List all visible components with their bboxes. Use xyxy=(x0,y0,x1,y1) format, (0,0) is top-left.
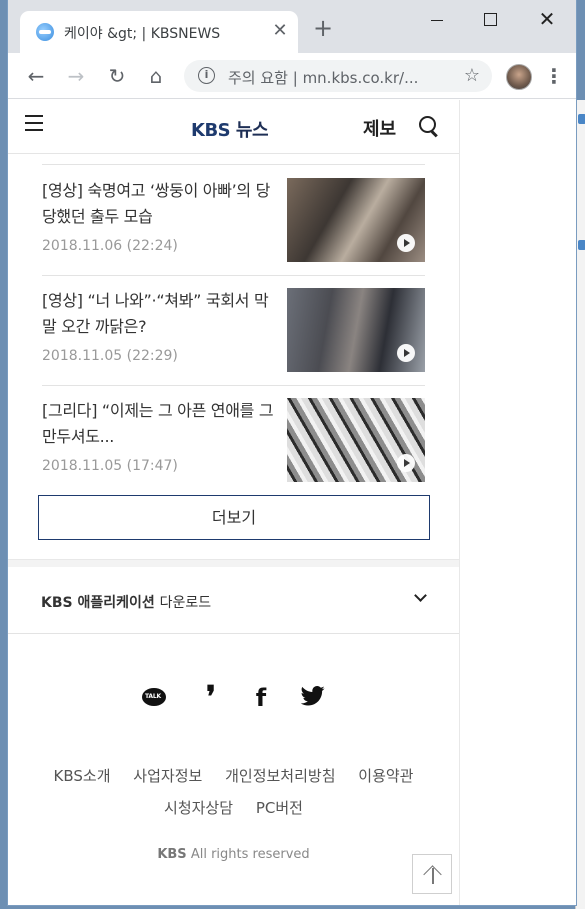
kebab-icon[interactable]: ⋮ xyxy=(544,64,564,88)
background-window xyxy=(575,100,585,909)
chevron-down-icon[interactable] xyxy=(413,589,429,605)
tipoff-link[interactable]: 제보 xyxy=(363,115,396,141)
social-links: ❜ f xyxy=(8,683,459,715)
article-date: 2018.11.05 (22:29) xyxy=(42,348,178,364)
tab-active[interactable]: 케이야 &gt; | KBSNEWS ✕ xyxy=(20,11,298,53)
footer-link[interactable]: 시청자상담 xyxy=(164,799,233,817)
hamburger-menu-icon[interactable] xyxy=(25,115,43,131)
app-download-action: 다운로드 xyxy=(159,595,212,611)
tab-title: 케이야 &gt; | KBSNEWS xyxy=(64,26,221,42)
star-icon[interactable]: ☆ xyxy=(464,65,480,86)
mobile-page: KBS 뉴스 제보 [영상] 숙명여고 ‘쌍둥이 아빠’의 당당했던 출두 모습… xyxy=(8,100,459,905)
play-icon xyxy=(397,234,415,252)
footer-links: KBS소개 사업자정보 개인정보처리방침 이용약관 시청자상담 PC버전 xyxy=(8,760,459,824)
page-blank-area xyxy=(459,100,576,905)
kakaotalk-icon[interactable] xyxy=(141,685,167,711)
reload-icon[interactable]: ↻ xyxy=(105,64,129,88)
more-button[interactable]: 더보기 xyxy=(38,495,430,540)
article-thumbnail[interactable] xyxy=(287,288,425,372)
logo-news: 뉴스 xyxy=(235,120,269,141)
facebook-icon[interactable]: f xyxy=(248,685,274,711)
site-header: KBS 뉴스 제보 xyxy=(8,100,459,154)
new-tab-button[interactable]: + xyxy=(311,16,335,41)
article-date: 2018.11.06 (22:24) xyxy=(42,238,178,254)
play-icon xyxy=(397,344,415,362)
minimize-button[interactable] xyxy=(414,8,460,32)
divider xyxy=(42,164,425,165)
info-icon[interactable]: i xyxy=(198,67,215,84)
article-item[interactable]: [영상] 숙명여고 ‘쌍둥이 아빠’의 당당했던 출두 모습 2018.11.0… xyxy=(42,166,425,276)
section-gap xyxy=(8,559,459,567)
footer-link[interactable]: KBS소개 xyxy=(54,767,111,785)
article-title[interactable]: [그리다] “이제는 그 아픈 연애를 그만두셔도... xyxy=(42,398,274,450)
tab-strip: 케이야 &gt; | KBSNEWS ✕ + ✕ xyxy=(8,0,576,53)
logo-kbs: KBS xyxy=(191,120,231,141)
article-title[interactable]: [영상] 숙명여고 ‘쌍둥이 아빠’의 당당했던 출두 모습 xyxy=(42,178,274,230)
home-icon[interactable]: ⌂ xyxy=(144,64,168,88)
profile-avatar[interactable] xyxy=(506,64,532,90)
kbs-favicon-icon xyxy=(36,23,54,41)
footer-links-row1: KBS소개 사업자정보 개인정보처리방침 이용약관 xyxy=(8,760,459,792)
article-item[interactable]: [영상] “너 나와”·“쳐봐” 국회서 막말 오간 까닭은? 2018.11.… xyxy=(42,276,425,386)
background-window-icon xyxy=(578,240,585,250)
kakaostory-icon[interactable]: ❜ xyxy=(198,683,224,713)
article-thumbnail[interactable] xyxy=(287,398,425,482)
twitter-icon[interactable] xyxy=(300,685,327,711)
copyright-brand: KBS xyxy=(157,847,187,862)
back-icon[interactable]: ← xyxy=(24,64,48,88)
browser-window: 케이야 &gt; | KBSNEWS ✕ + ✕ ← → ↻ ⌂ i 주의 요함… xyxy=(8,0,576,905)
copyright: KBS All rights reserved xyxy=(8,847,459,862)
app-download-row[interactable]: KBS 애플리케이션 다운로드 xyxy=(8,567,459,634)
footer-link[interactable]: 개인정보처리방침 xyxy=(225,767,335,785)
article-thumbnail[interactable] xyxy=(287,178,425,262)
copyright-text: All rights reserved xyxy=(190,847,310,862)
site-logo[interactable]: KBS 뉴스 xyxy=(191,116,269,142)
url-text: mn.kbs.co.kr/... xyxy=(302,69,419,87)
footer-link[interactable]: 이용약관 xyxy=(358,767,413,785)
footer-links-row2: 시청자상담 PC버전 xyxy=(8,792,459,824)
app-download-label: KBS 애플리케이션 다운로드 xyxy=(41,592,211,612)
window-close-button[interactable]: ✕ xyxy=(524,8,570,32)
footer-link[interactable]: PC버전 xyxy=(256,799,303,817)
article-title[interactable]: [영상] “너 나와”·“쳐봐” 국회서 막말 오간 까닭은? xyxy=(42,288,274,340)
play-icon xyxy=(397,454,415,472)
page-viewport: KBS 뉴스 제보 [영상] 숙명여고 ‘쌍둥이 아빠’의 당당했던 출두 모습… xyxy=(8,100,576,905)
footer-link[interactable]: 사업자정보 xyxy=(133,767,202,785)
security-warning: 주의 요함 xyxy=(228,69,288,87)
search-icon[interactable] xyxy=(418,115,440,137)
background-window-icon xyxy=(578,114,585,124)
maximize-button[interactable] xyxy=(466,8,512,32)
address-text[interactable]: 주의 요함 | mn.kbs.co.kr/... xyxy=(228,67,448,88)
forward-icon[interactable]: → xyxy=(64,64,88,88)
address-bar[interactable]: i 주의 요함 | mn.kbs.co.kr/... ☆ xyxy=(184,60,492,92)
article-item[interactable]: [그리다] “이제는 그 아픈 연애를 그만두셔도... 2018.11.05 … xyxy=(42,386,425,490)
app-download-brand: KBS 애플리케이션 xyxy=(41,595,155,611)
scroll-to-top-button[interactable] xyxy=(412,854,452,894)
browser-toolbar: ← → ↻ ⌂ i 주의 요함 | mn.kbs.co.kr/... ☆ ⋮ xyxy=(8,53,576,99)
tab-close-icon[interactable]: ✕ xyxy=(270,21,290,41)
article-date: 2018.11.05 (17:47) xyxy=(42,458,178,474)
